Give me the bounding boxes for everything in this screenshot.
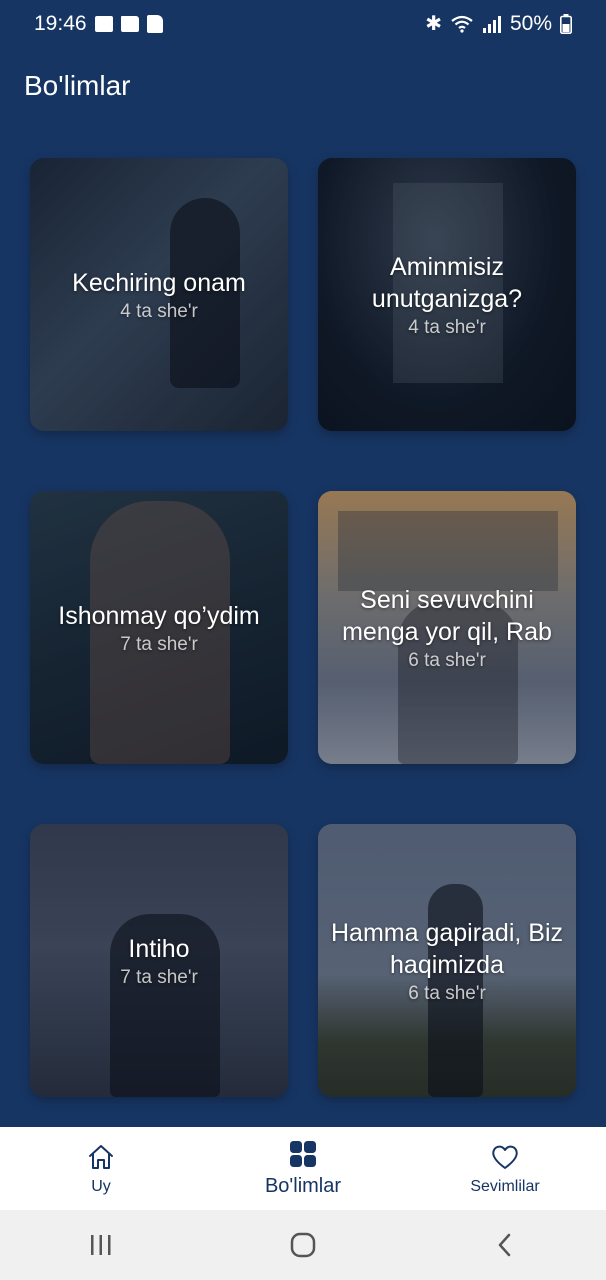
back-button[interactable] [475,1225,535,1265]
card-count: 6 ta she'r [408,649,486,671]
category-card-hamma-gapiradi[interactable]: Hamma gapiradi, Biz haqimizda 6 ta she'r [318,824,576,1097]
folder-icon [120,16,139,32]
nav-label: Sevimlilar [470,1177,540,1195]
nav-label: Uy [91,1177,111,1195]
status-left: 19:46 [34,12,163,36]
card-title: Ishonmay qo’ydim [58,601,260,630]
card-count: 7 ta she'r [120,633,198,655]
nav-item-bolimlar[interactable]: Bo'limlar [213,1139,393,1198]
grid-icon [290,1141,316,1167]
status-bar: 19:46 ✱ 50% [0,0,606,48]
wifi-icon [451,15,473,33]
card-count: 6 ta she'r [408,982,486,1004]
card-title: Kechiring onam [72,268,246,297]
card-title: Hamma gapiradi, Biz haqimizda [330,918,564,979]
signal-icon [482,16,501,33]
heart-icon [492,1145,518,1169]
bottom-navigation: Uy Bo'limlar Sevimlilar [0,1127,606,1210]
card-count: 7 ta she'r [120,966,198,988]
category-card-aminmisiz-unutganizga[interactable]: Aminmisiz unutganizga? 4 ta she'r [318,158,576,431]
category-card-kechiring-onam[interactable]: Kechiring onam 4 ta she'r [30,158,288,431]
battery-text: 50% [509,12,552,35]
nav-item-uy[interactable]: Uy [11,1142,191,1196]
category-card-intiho[interactable]: Intiho 7 ta she'r [30,824,288,1097]
page-title: Bo'limlar [24,70,131,101]
nav-item-sevimlilar[interactable]: Sevimlilar [415,1142,595,1196]
sim-icon [146,15,163,33]
system-navigation-bar [0,1210,606,1280]
home-circle-icon [290,1232,316,1258]
home-button[interactable] [273,1225,333,1265]
status-time: 19:46 [34,12,87,35]
category-card-seni-sevuvchini[interactable]: Seni sevuvchini menga yor qil, Rab 6 ta … [318,491,576,764]
recent-apps-icon [91,1235,111,1255]
battery-icon [560,14,572,34]
gallery-icon [94,16,113,32]
recent-apps-button[interactable] [71,1225,131,1265]
status-right: ✱ 50% [425,12,572,36]
card-count: 4 ta she'r [408,316,486,338]
back-arrow-icon [498,1233,511,1257]
nav-label: Bo'limlar [264,1175,342,1197]
card-count: 4 ta she'r [120,300,198,322]
category-card-ishonmay-qoydim[interactable]: Ishonmay qo’ydim 7 ta she'r [30,491,288,764]
card-title: Aminmisiz unutganizga? [371,252,523,313]
home-icon [89,1144,113,1169]
bluetooth-icon: ✱ [425,13,442,35]
card-title: Seni sevuvchini menga yor qil, Rab [342,585,552,646]
card-title: Intiho [128,934,190,963]
